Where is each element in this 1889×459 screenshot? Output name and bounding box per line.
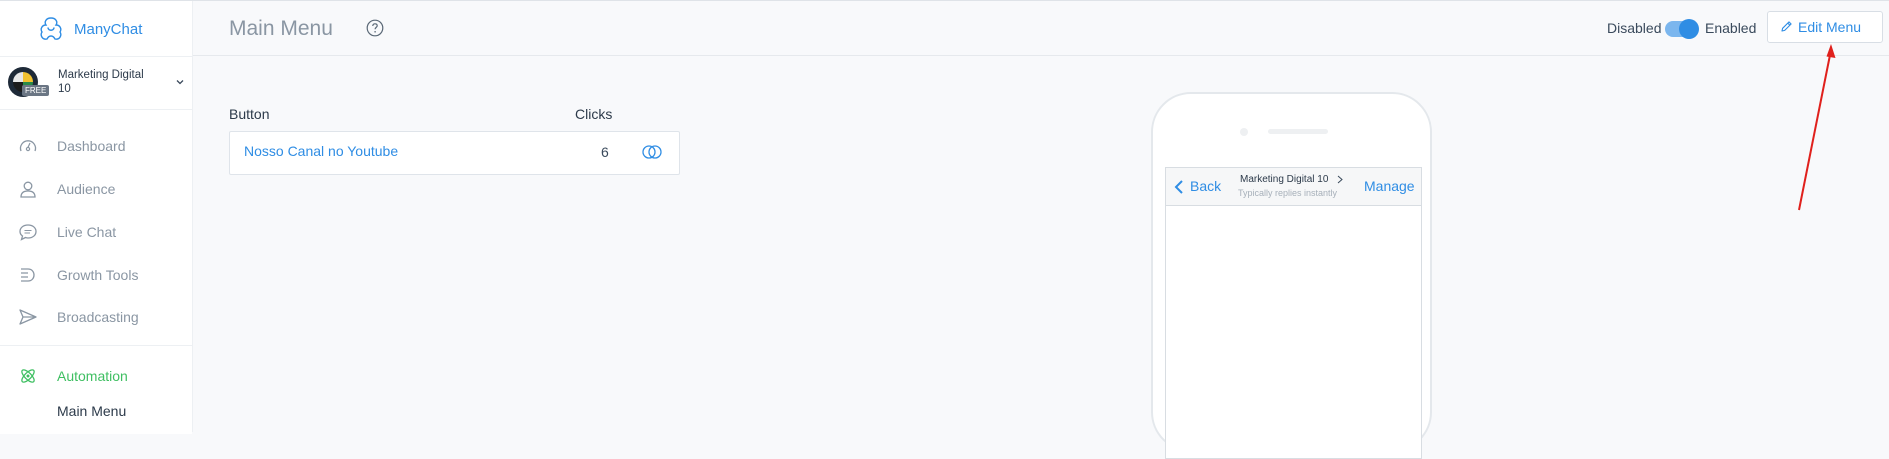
account-switcher[interactable]: FREE Marketing Digital 10 — [0, 57, 192, 110]
person-icon — [20, 181, 36, 198]
chat-page-name: Marketing Digital 10 — [1240, 174, 1329, 185]
sidebar-item-label: Audience — [57, 181, 116, 197]
phone-camera — [1240, 128, 1248, 136]
chat-status: Typically replies instantly — [1238, 188, 1338, 198]
sidebar: ManyChat FREE Marketing Digital 10 Dashb… — [0, 1, 193, 434]
chevron-right-icon — [1337, 175, 1343, 184]
toggle-enabled-label: Enabled — [1705, 20, 1757, 36]
annotation-arrow-icon — [1798, 44, 1836, 211]
brand[interactable]: ManyChat — [0, 1, 192, 57]
chevron-down-icon — [176, 80, 184, 85]
automation-atom-icon — [21, 369, 35, 383]
sidebar-item-dashboard[interactable]: Dashboard — [0, 129, 192, 163]
phone-screen: Back Marketing Digital 10 Typically repl… — [1165, 167, 1422, 459]
brand-name: ManyChat — [74, 21, 143, 38]
sidebar-item-label: Broadcasting — [57, 309, 139, 325]
menu-item-clicks: 6 — [601, 144, 609, 160]
sidebar-item-audience[interactable]: Audience — [0, 172, 192, 206]
page-title: Main Menu — [229, 17, 333, 40]
menu-item-row[interactable]: Nosso Canal no Youtube 6 — [229, 131, 680, 175]
manychat-logo-icon — [40, 17, 62, 40]
help-question-icon[interactable] — [366, 19, 384, 37]
menu-item-label[interactable]: Nosso Canal no Youtube — [244, 143, 398, 159]
manage-link[interactable]: Manage — [1364, 178, 1415, 194]
column-header-clicks: Clicks — [575, 106, 613, 122]
column-header-button: Button — [229, 106, 270, 122]
link-icon[interactable] — [641, 144, 663, 160]
account-name: Marketing Digital 10 — [58, 69, 144, 95]
sidebar-subitem-main-menu[interactable]: Main Menu — [57, 403, 126, 419]
sidebar-item-automation-group: Automation Main Menu — [0, 345, 192, 434]
send-icon — [19, 309, 37, 325]
pencil-icon — [1781, 21, 1792, 32]
sidebar-item-label: Dashboard — [57, 138, 126, 154]
sidebar-item-live-chat[interactable]: Live Chat — [0, 215, 192, 249]
sidebar-item-label: Live Chat — [57, 224, 117, 240]
phone-speaker — [1268, 129, 1328, 134]
growth-tools-icon — [21, 268, 35, 282]
chevron-left-icon — [1174, 180, 1183, 194]
menu-enabled-toggle[interactable] — [1665, 19, 1699, 39]
sidebar-item-label: Automation — [57, 368, 128, 384]
sidebar-item-growth-tools[interactable]: Growth Tools — [0, 258, 192, 292]
page-header: Main Menu Disabled Enabled Edit Menu — [193, 1, 1889, 56]
phone-preview: Back Marketing Digital 10 Typically repl… — [1151, 92, 1432, 459]
back-link[interactable]: Back — [1190, 178, 1221, 194]
toggle-disabled-label: Disabled — [1607, 20, 1662, 36]
sidebar-item-label: Growth Tools — [57, 267, 139, 283]
sidebar-item-automation[interactable]: Automation — [0, 359, 192, 393]
sidebar-item-broadcasting[interactable]: Broadcasting — [0, 300, 192, 334]
plan-badge: FREE — [22, 85, 50, 96]
edit-menu-label: Edit Menu — [1798, 19, 1862, 35]
dashboard-gauge-icon — [19, 140, 37, 152]
edit-menu-button[interactable]: Edit Menu — [1767, 11, 1883, 43]
messenger-header: Back Marketing Digital 10 Typically repl… — [1166, 168, 1421, 206]
chat-bubble-icon — [19, 224, 37, 241]
